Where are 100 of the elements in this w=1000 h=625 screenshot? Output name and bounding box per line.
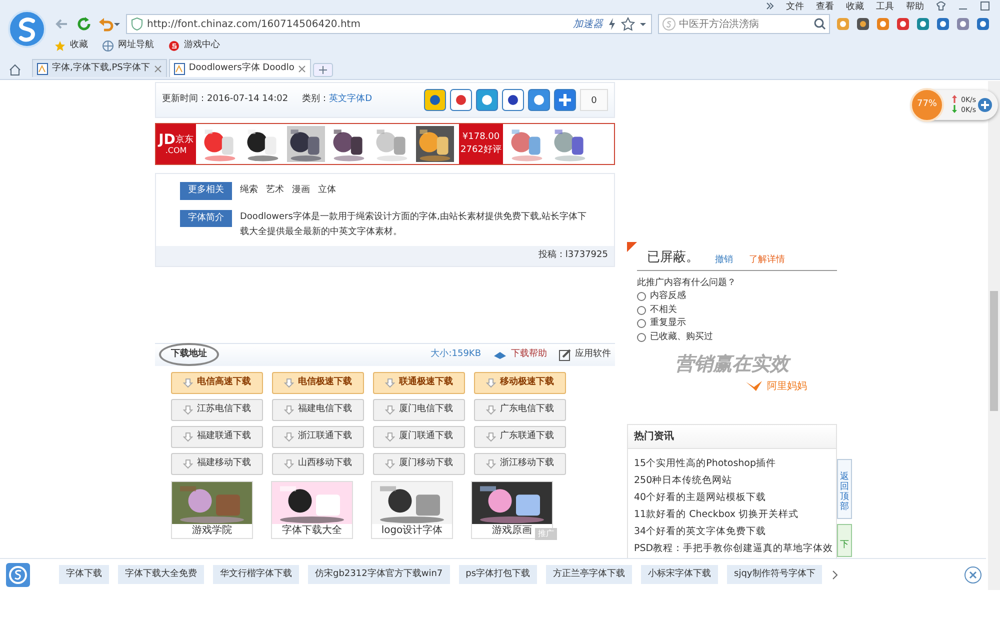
game-icon	[168, 40, 180, 52]
arrow-down-icon	[183, 432, 193, 442]
plus-icon[interactable]	[978, 98, 992, 112]
download-button[interactable]: 江苏电信下载	[171, 398, 263, 420]
back-to-top-button[interactable]: 返回顶部	[837, 459, 852, 519]
search-chip[interactable]: ps字体打包下载	[458, 564, 538, 584]
radio-button[interactable]	[637, 292, 646, 302]
radio-button[interactable]	[637, 332, 646, 342]
question-text: 此推广内容有什么问题？	[637, 276, 737, 290]
download-button[interactable]: 广东联通下载	[474, 426, 566, 448]
menu-item[interactable]: 收藏	[846, 1, 864, 14]
download-button[interactable]: 厦门移动下载	[373, 452, 465, 474]
plus-icon[interactable]	[554, 89, 576, 111]
next-icon[interactable]	[831, 570, 840, 580]
help-link[interactable]: 下载帮助	[493, 348, 547, 362]
promo-card[interactable]: logo设计字体	[371, 480, 453, 538]
browser-tab[interactable]: 字体,字体下载,PS字体下	[32, 59, 167, 77]
download-button[interactable]: 福建电信下载	[272, 398, 364, 420]
lightning-icon[interactable]	[607, 17, 617, 31]
tag-link[interactable]: 绳索	[240, 184, 258, 198]
refresh-icon[interactable]	[76, 16, 92, 32]
star-icon	[54, 40, 66, 52]
corner-mark	[627, 242, 637, 252]
upload-arrow-icon	[952, 95, 957, 103]
tag-link[interactable]: 漫画	[292, 184, 310, 198]
search-field[interactable]: 中医开方治洪滂病	[658, 14, 830, 34]
news-link[interactable]: 15个实用性高的Photoshop插件	[634, 455, 830, 472]
undo-link[interactable]: 撤销	[715, 254, 733, 268]
address-bar[interactable]: http://font.chinaz.com/160714506420.htm 加速器	[126, 14, 652, 34]
radio-button[interactable]	[637, 306, 646, 315]
download-button[interactable]: 浙江移动下载	[474, 452, 566, 474]
description-text: Doodlowers字体是一款用于绳索设计方面的字体,由站长素材提供免费下载,站长字体下载大全提供最全最新的中英文字体素材。	[240, 210, 588, 238]
radio-button[interactable]	[637, 319, 646, 328]
download-button[interactable]: 电信高速下载	[171, 372, 263, 394]
search-chip[interactable]: 字体下载大全免费	[118, 564, 204, 584]
download-button[interactable]: 福建移动下载	[171, 452, 263, 474]
news-link[interactable]: 34个好看的英文字体免费下载	[634, 523, 830, 540]
menu-item[interactable]: 文件	[786, 1, 804, 14]
search-icon[interactable]	[814, 18, 826, 30]
menu-item[interactable]: 查看	[816, 1, 834, 14]
search-chip[interactable]: 仿宋gb2312字体官方下载win7	[308, 564, 450, 584]
close-icon[interactable]	[964, 566, 982, 584]
section-label: 更多相关	[180, 182, 232, 200]
star-icon[interactable]	[621, 17, 635, 31]
maximize-icon[interactable]	[980, 1, 990, 11]
update-time: 更新时间：2016-07-14 14:02	[162, 93, 288, 106]
download-button[interactable]: 厦门联通下载	[373, 426, 465, 448]
scrollbar[interactable]	[988, 81, 1000, 590]
arrow-down-icon	[284, 378, 294, 388]
download-button[interactable]: 联通极速下载	[373, 372, 465, 394]
home-icon[interactable]	[8, 63, 22, 77]
section-label: 字体简介	[180, 210, 232, 227]
bookmark-link[interactable]: 收藏	[54, 39, 88, 52]
download-button[interactable]: 福建联通下载	[171, 426, 263, 448]
option-label: 重复显示	[650, 317, 686, 330]
caret-icon[interactable]	[639, 20, 647, 28]
news-link[interactable]: 250种日本传统色网站	[634, 472, 830, 489]
close-icon[interactable]	[298, 64, 306, 72]
page-icon	[37, 62, 48, 74]
download-button[interactable]: 厦门电信下载	[373, 398, 465, 420]
section-title: 下载地址	[159, 342, 219, 366]
download-button[interactable]: 浙江联通下载	[272, 426, 364, 448]
download-button[interactable]: 电信极速下载	[272, 372, 364, 394]
page-icon	[174, 62, 185, 74]
promo-card[interactable]: 游戏学院	[171, 480, 253, 538]
download-button[interactable]: 山西移动下载	[272, 452, 364, 474]
accelerator-link[interactable]: 加速器	[573, 16, 603, 32]
search-chip[interactable]: 华文行楷字体下载	[213, 564, 299, 584]
menu-item[interactable]: 帮助	[906, 1, 924, 14]
promo-card[interactable]: 字体下载大全	[271, 480, 353, 538]
new-tab-icon[interactable]	[313, 63, 334, 77]
news-link[interactable]: 40个好看的主题网站模板下载	[634, 489, 830, 506]
file-size: 大小:159KB	[430, 348, 481, 361]
bookmark-link[interactable]: 网址导航	[102, 39, 154, 52]
browser-logo[interactable]	[8, 10, 46, 48]
news-link[interactable]: 11款好看的 Checkbox 切换开关样式	[634, 506, 830, 523]
search-chip[interactable]: 小标宋字体下载	[641, 564, 718, 584]
bookmark-link[interactable]: 游戏中心	[168, 39, 220, 52]
search-chip[interactable]: 方正兰亭字体下载	[546, 564, 632, 584]
browser-logo[interactable]	[6, 562, 30, 586]
browser-tab[interactable]: Doodlowers字体 Doodlo	[168, 59, 312, 77]
search-chip[interactable]: 字体下载	[59, 564, 109, 584]
tag-link[interactable]: 艺术	[266, 184, 284, 198]
download-button[interactable]: 移动极速下载	[474, 372, 566, 394]
arrow-down-icon	[385, 404, 395, 414]
shirt-icon[interactable]	[936, 1, 946, 11]
arrow-down-icon	[486, 404, 496, 414]
software-link[interactable]: 应用软件	[559, 348, 611, 362]
close-icon[interactable]	[154, 64, 162, 72]
download-button[interactable]: 广东电信下载	[474, 398, 566, 420]
edit-icon	[559, 348, 571, 360]
search-chip[interactable]: sjqy制作符号字体下	[727, 564, 822, 584]
logo-text: JD	[158, 133, 176, 147]
download-arrow-icon	[952, 105, 957, 113]
tag-link[interactable]: 立体	[318, 184, 336, 198]
news-link[interactable]: PSD教程：手把手教你创建逼真的草地字体效	[634, 540, 830, 557]
menu-item[interactable]: 工具	[876, 1, 894, 14]
undo-icon[interactable]	[98, 16, 120, 32]
arrow-down-icon	[385, 378, 395, 388]
option-label: 已收藏、购买过	[650, 330, 713, 344]
